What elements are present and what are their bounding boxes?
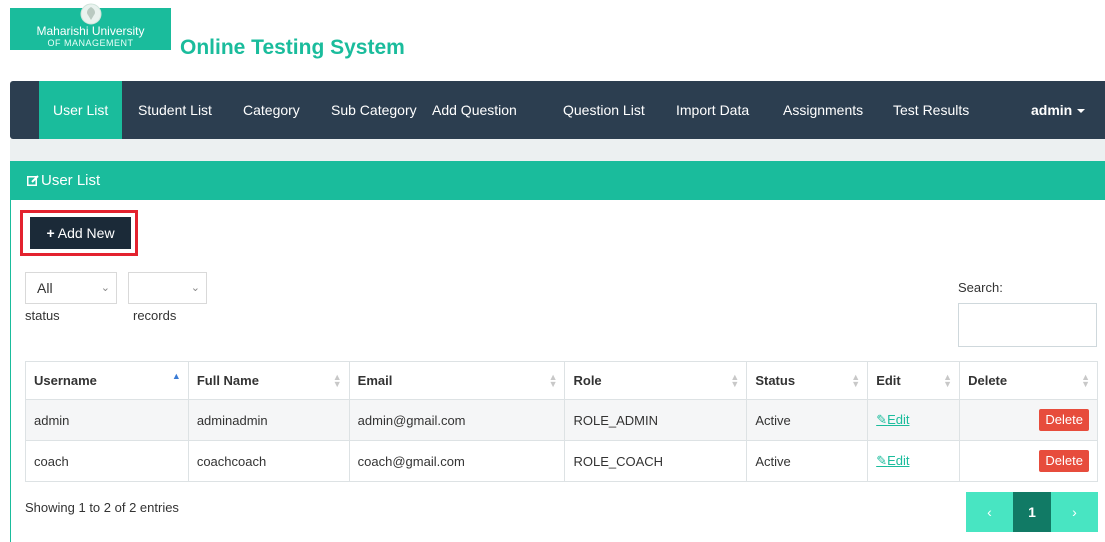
sort-icon: ▲ ▼ — [332, 372, 342, 389]
search-label: Search: — [958, 280, 1003, 295]
cell-status: Active — [746, 399, 869, 441]
caret-down-icon — [1077, 109, 1086, 114]
nav-item-category[interactable]: Category — [243, 81, 300, 139]
cell-status: Active — [746, 440, 869, 482]
user-menu[interactable]: admin — [1031, 81, 1086, 139]
column-header-status[interactable]: Status ▲ ▼ — [746, 361, 869, 400]
pagination: ‹ 1 › — [966, 492, 1098, 532]
nav-item-user-list[interactable]: User List — [39, 81, 123, 139]
cell-username: admin — [25, 399, 189, 441]
pagination-page-current[interactable]: 1 — [1013, 492, 1051, 532]
sort-icon: ▲ ▼ — [1081, 372, 1090, 389]
add-new-label: Add New — [57, 225, 115, 241]
records-select[interactable]: ⌄ — [128, 272, 207, 304]
nav-item-question-list[interactable]: Question List — [563, 81, 645, 139]
chevron-down-icon: ⌄ — [190, 282, 200, 294]
edit-link[interactable]: ✎Edit — [876, 412, 909, 427]
delete-button[interactable]: Delete — [1039, 409, 1089, 431]
add-new-button[interactable]: + Add New — [30, 217, 131, 249]
search-input[interactable] — [958, 303, 1097, 347]
cell-delete: Delete — [959, 399, 1098, 441]
university-logo: Maharishi University OF MANAGEMENT — [10, 3, 171, 50]
panel-title: User List — [41, 172, 101, 189]
cell-edit: ✎Edit — [867, 440, 961, 482]
column-header-full-name[interactable]: Full Name ▲ ▼ — [187, 361, 350, 400]
edit-icon: ✎ — [876, 453, 888, 468]
column-header-username[interactable]: Username ▲ — [25, 361, 189, 400]
column-header-edit[interactable]: Edit ▲ ▼ — [867, 361, 961, 400]
table-header-row: Username ▲ Full Name ▲ ▼ Email ▲ ▼ Role ▲ ▼ Sta… — [25, 361, 1098, 400]
university-seal-icon — [77, 3, 105, 25]
user-menu-label: admin — [1031, 102, 1073, 118]
table-row: admin adminadmin admin@gmail.com ROLE_AD… — [25, 399, 1098, 441]
column-header-email[interactable]: Email ▲ ▼ — [348, 361, 566, 400]
cell-delete: Delete — [959, 440, 1098, 482]
pagination-prev[interactable]: ‹ — [966, 492, 1013, 532]
cell-email: coach@gmail.com — [348, 440, 566, 482]
cell-email: admin@gmail.com — [348, 399, 566, 441]
sort-icon: ▲ ▼ — [851, 372, 861, 389]
app-title: Online Testing System — [180, 36, 405, 59]
brand-subtitle: OF MANAGEMENT — [47, 38, 134, 48]
nav-item-student-list[interactable]: Student List — [138, 81, 212, 139]
sort-icon: ▲ ▼ — [730, 372, 740, 389]
cell-full-name: coachcoach — [187, 440, 350, 482]
sort-icon: ▲ ▼ — [548, 372, 558, 389]
nav-item-sub-category[interactable]: Sub Category — [331, 81, 417, 139]
column-header-delete[interactable]: Delete ▲ ▼ — [959, 361, 1098, 400]
cell-role: ROLE_COACH — [564, 440, 748, 482]
cell-username: coach — [25, 440, 189, 482]
column-header-role[interactable]: Role ▲ ▼ — [564, 361, 748, 400]
status-select-value: All — [37, 280, 53, 296]
pagination-next[interactable]: › — [1051, 492, 1098, 532]
nav-item-add-question[interactable]: Add Question — [432, 81, 517, 139]
panel-border — [10, 161, 11, 542]
sort-icon: ▲ ▼ — [943, 372, 953, 389]
records-label: records — [133, 308, 177, 323]
status-label: status — [25, 308, 60, 323]
main-navbar: User List Student List Category Sub Cate… — [10, 81, 1105, 139]
add-new-highlight: + Add New — [20, 210, 138, 256]
table-info: Showing 1 to 2 of 2 entries — [25, 500, 179, 515]
chevron-down-icon: ⌄ — [100, 282, 110, 294]
user-table: Username ▲ Full Name ▲ ▼ Email ▲ ▼ Role ▲ ▼ Sta… — [25, 361, 1098, 482]
edit-icon: ✎ — [876, 412, 888, 427]
edit-link[interactable]: ✎Edit — [876, 453, 909, 468]
brand-name: Maharishi University — [36, 24, 145, 38]
plus-icon: + — [46, 225, 55, 241]
nav-item-import-data[interactable]: Import Data — [676, 81, 749, 139]
status-select[interactable]: All ⌄ — [25, 272, 117, 304]
cell-edit: ✎Edit — [867, 399, 961, 441]
cell-role: ROLE_ADMIN — [564, 399, 748, 441]
panel-heading: User List — [10, 161, 1105, 200]
content-gap — [10, 139, 1105, 161]
edit-icon — [27, 161, 39, 200]
nav-item-assignments[interactable]: Assignments — [783, 81, 863, 139]
delete-button[interactable]: Delete — [1039, 450, 1089, 472]
table-row: coach coachcoach coach@gmail.com ROLE_CO… — [25, 440, 1098, 482]
cell-full-name: adminadmin — [187, 399, 350, 441]
sort-asc-icon: ▲ — [171, 371, 181, 381]
nav-item-test-results[interactable]: Test Results — [893, 81, 969, 139]
